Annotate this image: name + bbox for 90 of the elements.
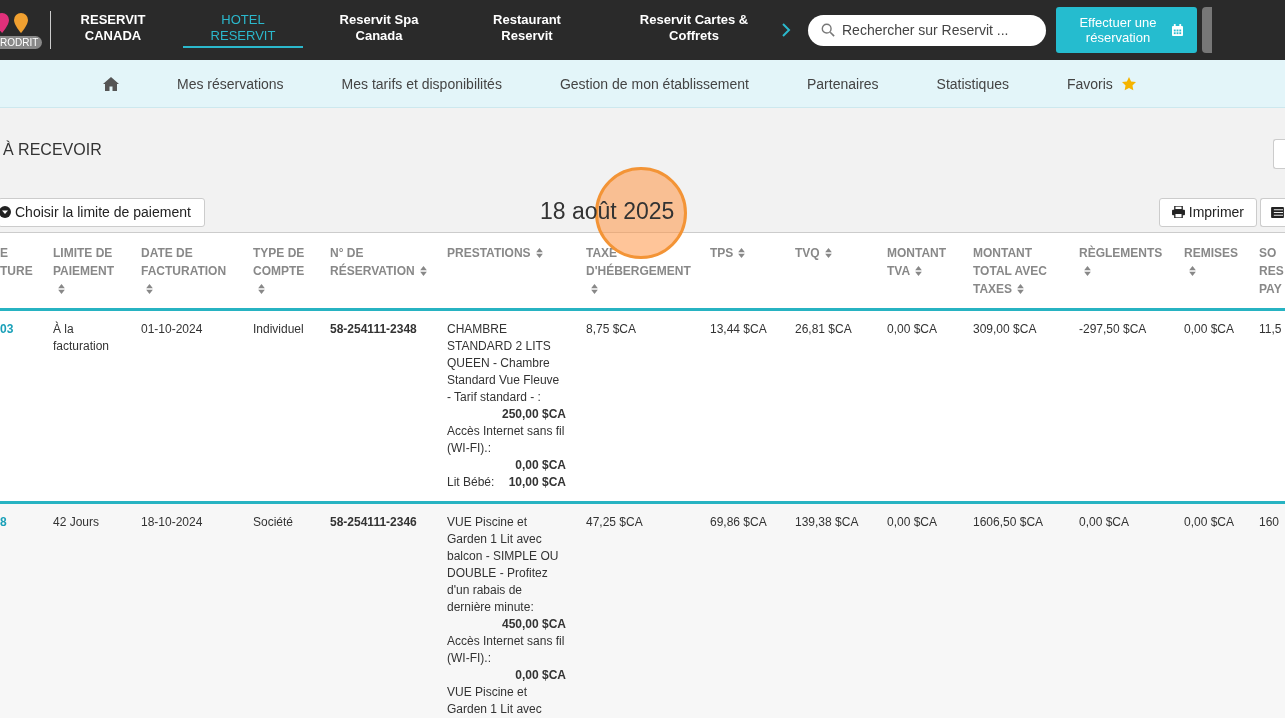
table-cell: Société xyxy=(253,515,294,529)
nav-tab[interactable]: RESERVIT CANADA xyxy=(65,12,161,48)
service-amount: 250,00 $CA xyxy=(501,406,566,423)
nav-tab[interactable]: HOTEL RESERVIT xyxy=(183,12,303,48)
user-badge[interactable]: RODRIT xyxy=(0,36,43,49)
sort-icon[interactable] xyxy=(915,266,923,276)
payment-limit-dropdown[interactable]: Choisir la limite de paiement xyxy=(0,197,205,227)
home-icon[interactable] xyxy=(103,76,119,91)
search-icon xyxy=(821,22,835,37)
table-cell: 13,44 $CA xyxy=(710,322,767,336)
table-cell: 58-254111-2346 xyxy=(330,515,417,529)
service-amount: 450,00 $CA xyxy=(501,616,566,633)
column-header[interactable]: TPS xyxy=(700,233,785,310)
column-header[interactable]: MONTANT TVA xyxy=(877,233,963,310)
service-amount: 0,00 $CA xyxy=(515,667,566,684)
invoice-link[interactable]: 8 xyxy=(0,515,7,529)
table-cell: 8,75 $CA xyxy=(586,322,637,336)
table-cell: 160 xyxy=(1259,515,1280,529)
nav-tab[interactable]: Restaurant Reservit xyxy=(467,12,587,48)
table-cell: À la facturation xyxy=(53,322,110,353)
sort-icon[interactable] xyxy=(146,284,153,294)
printer-icon xyxy=(1171,206,1185,218)
sort-icon[interactable] xyxy=(824,248,832,258)
column-header: E TURE xyxy=(0,233,43,310)
table-cell: Individuel xyxy=(253,322,304,336)
list-view-button[interactable] xyxy=(1260,197,1285,227)
sort-icon[interactable] xyxy=(1189,266,1196,276)
sort-icon[interactable] xyxy=(535,248,543,258)
column-header[interactable]: RÈGLEMENTS xyxy=(1069,233,1174,310)
list-icon xyxy=(1271,206,1284,218)
sort-icon[interactable] xyxy=(1084,266,1091,276)
table-cell: 18-10-2024 xyxy=(141,515,203,529)
service-label: Accès Internet sans fil (WI-FI).: xyxy=(447,633,566,667)
nav-tab[interactable]: Reservit Cartes & Coffrets xyxy=(619,12,769,48)
table-cell: 69,86 $CA xyxy=(710,515,767,529)
search-field[interactable]: Rechercher sur Reservit ... xyxy=(808,14,1046,46)
table-cell: 0,00 $CA xyxy=(1184,322,1235,336)
nav-link[interactable]: Mes tarifs et disponibilités xyxy=(341,75,502,92)
sort-icon[interactable] xyxy=(738,248,746,258)
table-cell: 47,25 $CA xyxy=(586,515,643,529)
service-amount: 10,00 $CA xyxy=(508,474,566,491)
sort-icon[interactable] xyxy=(58,284,65,294)
column-header[interactable]: LIMITE DE PAIEMENT xyxy=(43,233,131,310)
chevron-right-icon[interactable] xyxy=(781,23,791,37)
booking-button[interactable]: Effectuer une réservation xyxy=(1056,7,1197,53)
select-field[interactable] xyxy=(1273,138,1285,169)
column-header[interactable]: TYPE DE COMPTE xyxy=(243,233,320,310)
column-header[interactable]: N° DE RÉSERVATION xyxy=(320,233,437,310)
service-amount: 0,00 $CA xyxy=(515,457,566,474)
nav-link[interactable]: Partenaires xyxy=(807,75,879,92)
table-cell: 58-254111-2348 xyxy=(330,322,417,336)
column-header[interactable]: TAXE D'HÉBERGEMENT xyxy=(576,233,700,310)
invoice-link[interactable]: 03 xyxy=(0,322,14,336)
service-label: VUE Piscine et Garden 1 Lit avec xyxy=(447,684,543,718)
table-cell: 0,00 $CA xyxy=(1184,515,1235,529)
nav-link[interactable]: Mes réservations xyxy=(177,75,284,92)
table-cell: 139,38 $CA xyxy=(795,515,859,529)
table-cell: -297,50 $CA xyxy=(1079,322,1147,336)
service-label: Accès Internet sans fil (WI-FI).: xyxy=(447,423,566,457)
column-header[interactable]: REMISES xyxy=(1174,233,1254,310)
table-cell: 309,00 $CA xyxy=(973,322,1037,336)
nav-link[interactable]: Gestion de mon établissement xyxy=(559,75,749,92)
page-title: À RECEVOIR xyxy=(3,141,102,159)
table-cell: 01-10-2024 xyxy=(141,322,203,336)
column-header[interactable]: DATE DE FACTURATION xyxy=(131,233,243,310)
table-cell: 26,81 $CA xyxy=(795,322,852,336)
nav-tab[interactable]: Reservit Spa Canada xyxy=(309,12,449,48)
column-header: SO RES PAY xyxy=(1254,233,1285,310)
column-header[interactable]: MONTANT TOTAL AVEC TAXES xyxy=(963,233,1069,310)
service-label: CHAMBRE STANDARD 2 LITS QUEEN - Chambre Standard Vue Fleuve - Tarif standard - : xyxy=(447,321,561,406)
table-cell: 11,5 xyxy=(1259,322,1282,336)
column-header[interactable]: PRESTATIONS xyxy=(437,233,576,310)
table-cell: 0,00 $CA xyxy=(887,322,938,336)
sort-icon[interactable] xyxy=(419,266,427,276)
sort-icon[interactable] xyxy=(1017,284,1025,294)
caret-down-icon xyxy=(0,206,11,218)
nav-link[interactable]: Statistiques xyxy=(936,75,1009,92)
favorites-link[interactable]: Favoris xyxy=(1066,75,1113,92)
sort-icon[interactable] xyxy=(591,284,598,294)
table-cell: 0,00 $CA xyxy=(887,515,938,529)
print-button[interactable]: Imprimer xyxy=(1158,197,1257,227)
service-label: Lit Bébé: xyxy=(447,474,495,491)
table-cell: 42 Jours xyxy=(53,515,100,529)
star-icon xyxy=(1120,75,1137,92)
service-label: VUE Piscine et Garden 1 Lit avec balcon - SIMPLE OU DOUBLE - Profitez d'un rabais de dernière minute: xyxy=(447,514,560,616)
calendar-icon xyxy=(1172,24,1183,36)
sort-icon[interactable] xyxy=(258,284,265,294)
column-header[interactable]: TVQ xyxy=(785,233,877,310)
table-cell: 0,00 $CA xyxy=(1079,515,1130,529)
table-cell: 1606,50 $CA xyxy=(973,515,1044,529)
